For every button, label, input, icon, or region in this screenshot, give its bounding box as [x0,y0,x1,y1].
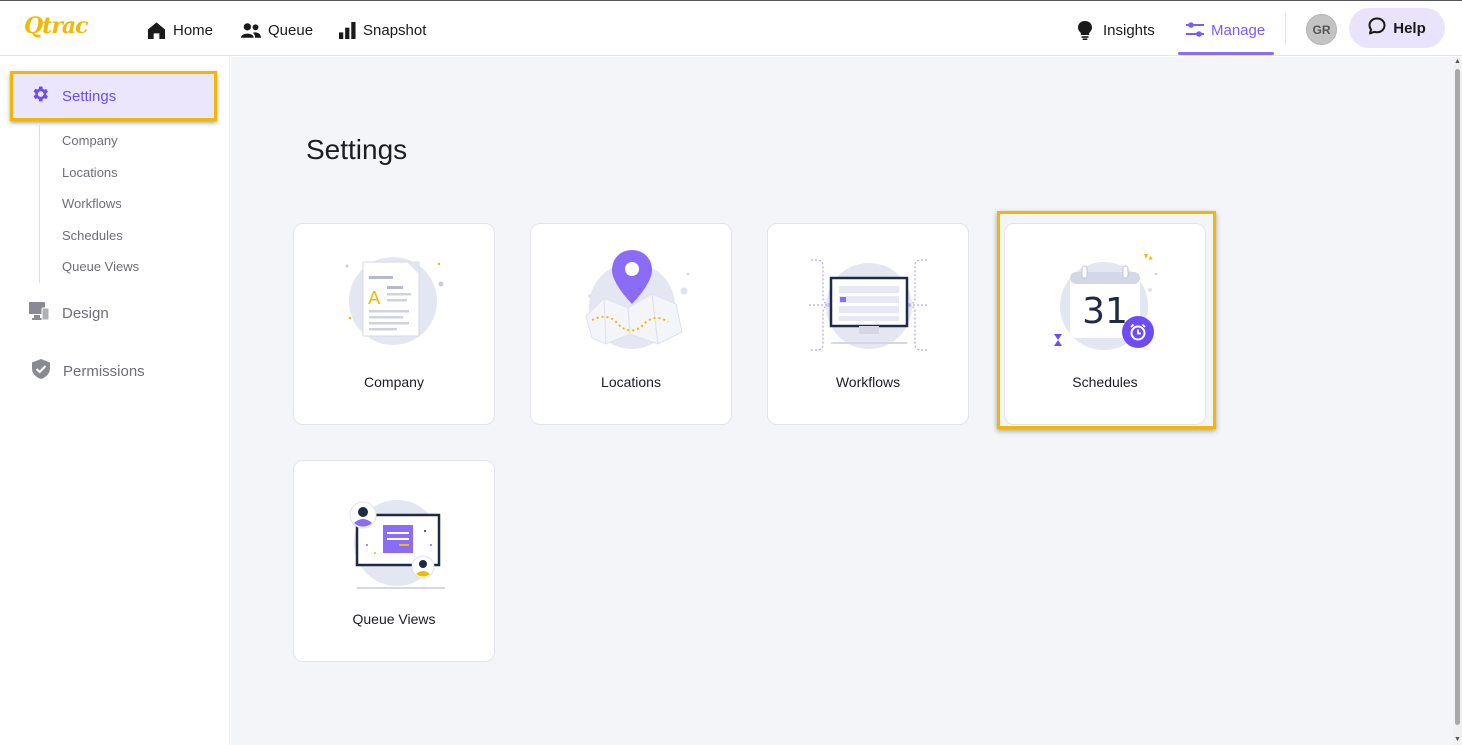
sidebar-item-permissions[interactable]: Permissions [31,356,145,386]
vertical-scrollbar[interactable]: ▲ ▼ [1453,57,1462,745]
monitor-icon [28,301,50,325]
sidebar-item-settings-label: Settings [62,87,117,105]
page-title: Settings [306,134,408,165]
svg-text:A: A [368,288,381,309]
gear-icon [30,84,50,108]
card-schedules-label: Schedules [1072,374,1138,390]
card-locations-label: Locations [601,374,661,390]
sidebar-subitem-company[interactable]: Company [40,125,219,157]
help-button[interactable]: Help [1349,8,1445,48]
settings-card-workflows[interactable]: Workflows [767,223,969,425]
map-pin-illustration [572,246,692,366]
qtrac-logo[interactable]: Qtrac [24,13,89,39]
chat-bubble-icon [1368,17,1386,39]
bar-chart-icon [339,21,356,39]
sidebar-item-permissions-label: Permissions [63,362,145,380]
top-navigation-bar: Qtrac Home Queue Snapshot Insights Manag… [0,0,1462,56]
company-document-illustration: A [335,246,455,366]
sliders-icon [1186,22,1204,38]
nav-home-label: Home [173,21,214,39]
queue-views-illustration [335,483,455,603]
user-avatar[interactable]: GR [1306,14,1337,45]
sidebar-item-design[interactable]: Design [28,298,109,328]
calendar-day-number: 31 [1082,291,1128,332]
card-queue-views-label: Queue Views [352,611,436,627]
card-workflows-label: Workflows [835,374,901,390]
calendar-illustration: 31 [1046,246,1166,366]
sidebar-item-design-label: Design [62,304,109,322]
scroll-thumb[interactable] [1455,69,1460,725]
active-tab-indicator [1178,52,1274,55]
nav-insights[interactable]: Insights [1078,18,1155,42]
nav-manage-label: Manage [1211,21,1266,39]
scroll-up-arrow-icon[interactable]: ▲ [1454,58,1461,65]
card-company-label: Company [364,374,424,390]
nav-snapshot[interactable]: Snapshot [339,18,426,42]
nav-insights-label: Insights [1103,21,1155,39]
settings-submenu: Company Locations Workflows Schedules Qu… [39,125,219,283]
help-label: Help [1393,19,1426,37]
nav-queue[interactable]: Queue [241,18,313,42]
shield-check-icon [31,358,51,384]
nav-home[interactable]: Home [147,18,213,42]
sidebar-subitem-locations[interactable]: Locations [40,157,219,189]
sidebar-subitem-workflows[interactable]: Workflows [40,188,219,220]
sidebar: Settings Company Locations Workflows Sch… [0,57,230,745]
nav-manage[interactable]: Manage [1186,18,1265,42]
main-content: Settings A Company Locations Workflows 3… [231,57,1453,745]
home-icon [147,21,166,40]
lightbulb-icon [1078,20,1092,40]
sidebar-item-settings[interactable]: Settings [10,71,217,121]
nav-snapshot-label: Snapshot [363,21,427,39]
settings-card-queue-views[interactable]: Queue Views [293,460,495,662]
scroll-down-arrow-icon[interactable]: ▼ [1454,736,1461,743]
settings-card-company[interactable]: A Company [293,223,495,425]
nav-divider [1285,13,1286,45]
settings-card-locations[interactable]: Locations [530,223,732,425]
workflow-monitor-illustration [795,246,943,366]
nav-queue-label: Queue [268,21,314,39]
settings-card-schedules[interactable]: 31 Schedules [1004,223,1206,425]
sidebar-subitem-queue-views[interactable]: Queue Views [40,251,219,283]
sidebar-subitem-schedules[interactable]: Schedules [40,220,219,252]
people-icon [241,22,261,39]
